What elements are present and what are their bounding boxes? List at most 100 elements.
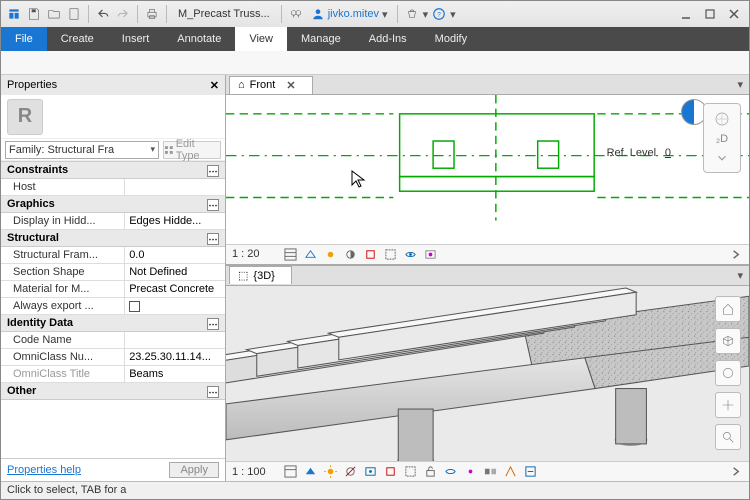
expand-icon[interactable]: ⋯ bbox=[207, 233, 219, 245]
view-tab-menu-button[interactable]: ▾ bbox=[737, 78, 743, 91]
crop-view-icon[interactable] bbox=[362, 246, 378, 262]
prop-value[interactable]: Not Defined bbox=[124, 264, 225, 280]
detail-level-icon[interactable] bbox=[282, 464, 298, 480]
view-cube-panel[interactable]: ₂D bbox=[703, 103, 741, 173]
prop-row[interactable]: Display in Hidd...Edges Hidde... bbox=[1, 213, 225, 230]
user-account-button[interactable]: jivko.mitev ▾ bbox=[307, 7, 392, 21]
prop-category[interactable]: Graphics⋯ bbox=[1, 196, 225, 213]
prop-row[interactable]: Code Name bbox=[1, 332, 225, 349]
type-selector-text: Family: Structural Fra bbox=[9, 144, 114, 156]
view-tab-3d[interactable]: ⬚ {3D} bbox=[229, 266, 292, 284]
reveal-constraints-icon[interactable] bbox=[522, 464, 538, 480]
ribbon-tab-annotate[interactable]: Annotate bbox=[163, 27, 235, 51]
prop-category[interactable]: Identity Data⋯ bbox=[1, 315, 225, 332]
expand-icon[interactable]: ⋯ bbox=[207, 199, 219, 211]
ribbon-tab-create[interactable]: Create bbox=[47, 27, 108, 51]
prop-row[interactable]: Material for M...Precast Concrete bbox=[1, 281, 225, 298]
properties-help-link[interactable]: Properties help bbox=[7, 464, 81, 476]
prop-name: Material for M... bbox=[1, 281, 124, 297]
shadows-icon[interactable] bbox=[342, 246, 358, 262]
prop-value[interactable] bbox=[124, 298, 225, 314]
window-minimize-button[interactable] bbox=[675, 5, 697, 23]
prop-value[interactable] bbox=[124, 332, 225, 348]
prop-value[interactable] bbox=[124, 179, 225, 195]
crop-view-icon[interactable] bbox=[382, 464, 398, 480]
nav-2d-icon[interactable]: ₂D bbox=[716, 133, 728, 145]
edit-type-button[interactable]: Edit Type bbox=[163, 141, 221, 159]
worksharing-display-icon[interactable] bbox=[482, 464, 498, 480]
expand-icon[interactable]: ⋯ bbox=[207, 318, 219, 330]
reveal-hidden-icon[interactable] bbox=[462, 464, 478, 480]
viewcube-icon[interactable] bbox=[715, 328, 741, 354]
qat-new-icon[interactable] bbox=[65, 5, 83, 23]
unlock-3d-icon[interactable] bbox=[422, 464, 438, 480]
shadows-off-icon[interactable] bbox=[342, 464, 358, 480]
mouse-cursor-icon bbox=[351, 170, 367, 188]
crop-region-icon[interactable] bbox=[382, 246, 398, 262]
visual-style-icon[interactable] bbox=[302, 246, 318, 262]
expand-icon[interactable]: ⋯ bbox=[207, 165, 219, 177]
front-view-canvas[interactable]: Ref. Level 0 ₂D bbox=[226, 95, 749, 244]
analytical-model-icon[interactable] bbox=[502, 464, 518, 480]
view-tab-front[interactable]: ⌂ Front ✕ bbox=[229, 76, 313, 94]
view-scale-button[interactable]: 1 : 20 bbox=[232, 248, 278, 260]
qat-open-icon[interactable] bbox=[45, 5, 63, 23]
prop-value[interactable]: Beams bbox=[124, 366, 225, 382]
temp-hide-icon[interactable] bbox=[442, 464, 458, 480]
view-tab-menu-button-3d[interactable]: ▾ bbox=[737, 269, 743, 282]
visual-style-icon[interactable] bbox=[302, 464, 318, 480]
ribbon-tab-file[interactable]: File bbox=[1, 27, 47, 51]
ribbon-tab-addins[interactable]: Add-Ins bbox=[355, 27, 421, 51]
pan-icon[interactable] bbox=[715, 392, 741, 418]
prop-category[interactable]: Constraints⋯ bbox=[1, 162, 225, 179]
chevron-right-icon[interactable] bbox=[727, 246, 743, 262]
window-restore-button[interactable] bbox=[699, 5, 721, 23]
ribbon-tab-modify[interactable]: Modify bbox=[421, 27, 481, 51]
sun-path-icon[interactable] bbox=[322, 246, 338, 262]
reveal-hidden-icon[interactable] bbox=[422, 246, 438, 262]
palette-close-button[interactable]: ✕ bbox=[210, 79, 219, 92]
3d-view-canvas[interactable] bbox=[226, 286, 749, 461]
prop-category[interactable]: Other⋯ bbox=[1, 383, 225, 400]
app-menu-button[interactable] bbox=[5, 5, 23, 23]
window-close-button[interactable] bbox=[723, 5, 745, 23]
expand-icon[interactable]: ⋯ bbox=[207, 386, 219, 398]
crop-region-visible-icon[interactable] bbox=[402, 464, 418, 480]
prop-value[interactable]: Precast Concrete bbox=[124, 281, 225, 297]
show-render-icon[interactable] bbox=[362, 464, 378, 480]
chevron-right-icon[interactable] bbox=[727, 464, 743, 480]
prop-value[interactable]: Edges Hidde... bbox=[124, 213, 225, 229]
chevron-down-icon[interactable] bbox=[715, 151, 729, 165]
ribbon-tab-insert[interactable]: Insert bbox=[108, 27, 164, 51]
search-button[interactable] bbox=[287, 5, 305, 23]
checkbox[interactable] bbox=[129, 301, 140, 312]
prop-row[interactable]: OmniClass Nu...23.25.30.11.14... bbox=[1, 349, 225, 366]
home-view-icon[interactable] bbox=[715, 296, 741, 322]
detail-level-icon[interactable] bbox=[282, 246, 298, 262]
view-tab-close-button[interactable]: ✕ bbox=[286, 79, 295, 92]
prop-row[interactable]: Host bbox=[1, 179, 225, 196]
apply-button[interactable]: Apply bbox=[169, 462, 219, 478]
prop-value[interactable]: 23.25.30.11.14... bbox=[124, 349, 225, 365]
help-icon[interactable]: ? bbox=[430, 5, 448, 23]
hide-isolate-icon[interactable] bbox=[402, 246, 418, 262]
prop-value[interactable]: 0.0 bbox=[124, 247, 225, 263]
prop-category[interactable]: Structural⋯ bbox=[1, 230, 225, 247]
prop-row[interactable]: Section ShapeNot Defined bbox=[1, 264, 225, 281]
ribbon-tab-view[interactable]: View bbox=[235, 27, 287, 51]
full-nav-wheel-icon[interactable] bbox=[715, 360, 741, 386]
type-selector-dropdown[interactable]: Family: Structural Fra ▾ bbox=[5, 141, 159, 159]
view-scale-button-3d[interactable]: 1 : 100 bbox=[232, 466, 278, 478]
zoom-icon[interactable] bbox=[715, 424, 741, 450]
qat-undo-icon[interactable] bbox=[94, 5, 112, 23]
qat-redo-icon[interactable] bbox=[114, 5, 132, 23]
view-control-bar-front: 1 : 20 bbox=[226, 244, 749, 264]
qat-print-icon[interactable] bbox=[143, 5, 161, 23]
prop-row[interactable]: Always export ... bbox=[1, 298, 225, 315]
prop-row[interactable]: Structural Fram...0.0 bbox=[1, 247, 225, 264]
app-store-icon[interactable] bbox=[403, 5, 421, 23]
ribbon-tab-manage[interactable]: Manage bbox=[287, 27, 355, 51]
prop-row[interactable]: OmniClass TitleBeams bbox=[1, 366, 225, 383]
qat-save-icon[interactable] bbox=[25, 5, 43, 23]
sun-path-icon[interactable] bbox=[322, 464, 338, 480]
